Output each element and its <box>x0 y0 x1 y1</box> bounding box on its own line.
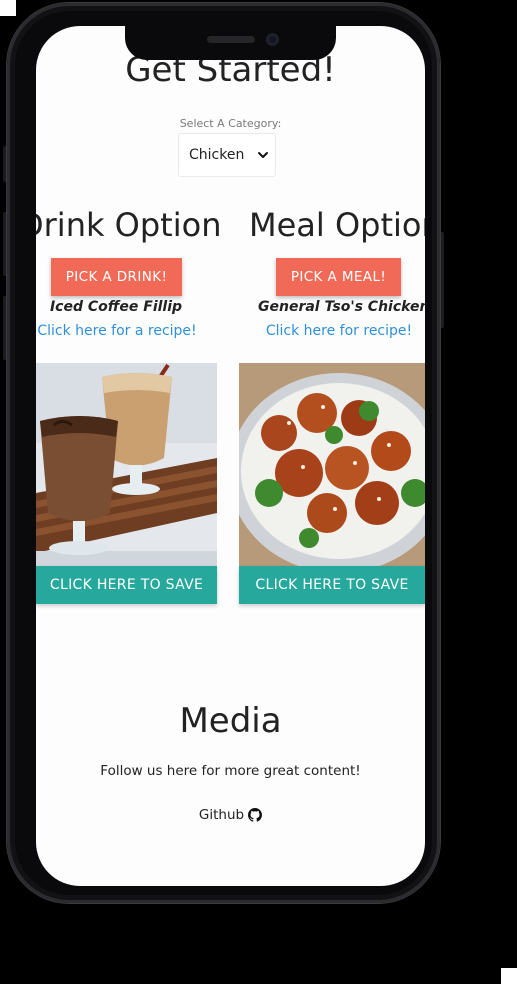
media-heading: Media <box>179 701 282 741</box>
category-label: Select A Category: <box>179 117 282 130</box>
save-drink-button[interactable]: CLICK HERE TO SAVE <box>36 566 217 604</box>
category-select[interactable]: Chicken <box>178 133 276 177</box>
category-selected-value: Chicken <box>189 147 245 163</box>
chevron-down-icon <box>258 152 268 158</box>
drink-name: Iced Coffee Fillip <box>49 299 183 315</box>
media-text: Follow us here for more great content! <box>100 763 361 779</box>
github-link[interactable]: Github <box>36 807 425 823</box>
drink-option-heading: Drink Option <box>36 206 222 244</box>
pick-meal-button[interactable]: PICK A MEAL! <box>276 258 401 296</box>
meal-recipe-link[interactable]: Click here for recipe! <box>261 323 417 339</box>
phone-notch <box>125 26 336 60</box>
corner-mark <box>0 0 16 16</box>
github-icon <box>248 808 263 822</box>
drink-image <box>36 363 217 566</box>
pick-drink-button[interactable]: PICK A DRINK! <box>51 258 182 296</box>
github-label: Github <box>198 807 245 823</box>
meal-image <box>239 363 425 566</box>
corner-mark <box>501 968 517 984</box>
camera-icon <box>266 33 279 46</box>
meal-name: General Tso's Chicken <box>258 299 425 315</box>
save-meal-button[interactable]: CLICK HERE TO SAVE <box>239 566 425 604</box>
phone-frame: Get Started! Select A Category: Chicken … <box>7 3 440 903</box>
phone-screen: Get Started! Select A Category: Chicken … <box>36 26 425 886</box>
speaker-grille <box>207 36 255 43</box>
meal-option-heading: Meal Option <box>249 206 425 244</box>
drink-recipe-link[interactable]: Click here for a recipe! <box>36 323 198 339</box>
